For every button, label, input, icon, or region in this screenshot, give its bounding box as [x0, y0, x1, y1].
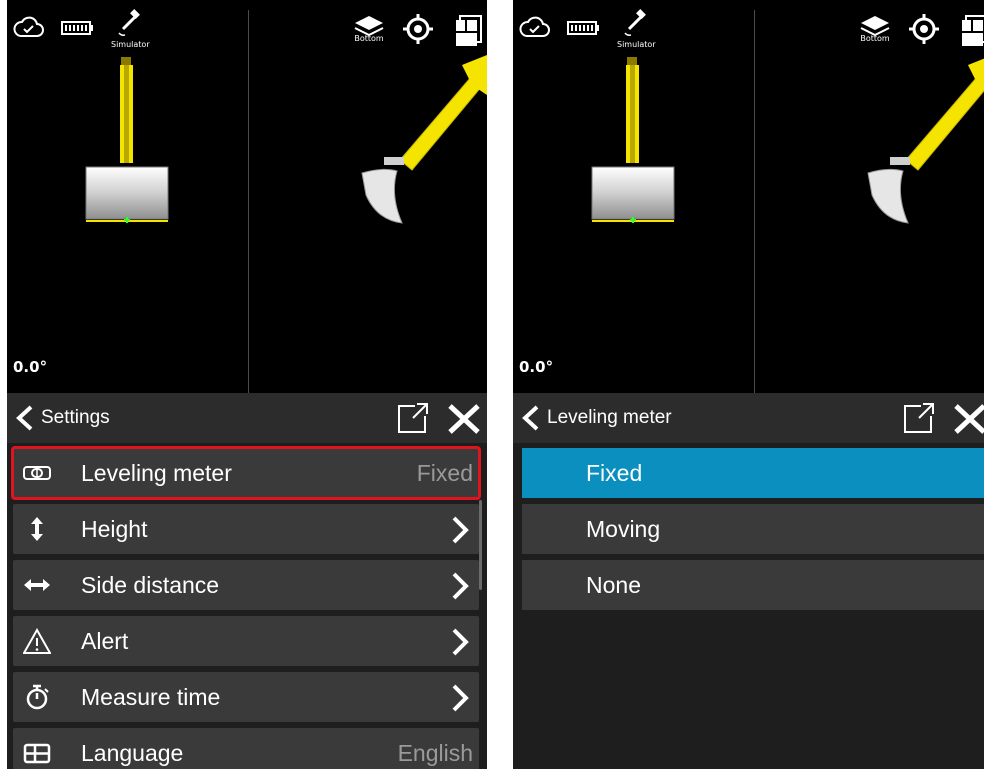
back-chevron-icon[interactable]: [519, 405, 541, 431]
battery-icon: [567, 21, 599, 35]
target-icon[interactable]: [909, 14, 939, 44]
panel-header: Settings: [7, 393, 487, 443]
settings-item-label: Height: [81, 516, 148, 542]
option-label: Fixed: [586, 460, 643, 486]
settings-item-label: Side distance: [81, 572, 220, 598]
option-label: None: [586, 572, 641, 598]
settings-item-measure-time[interactable]: Measure time: [13, 672, 479, 722]
close-icon[interactable]: [447, 403, 481, 435]
bottom-label: Bottom: [354, 34, 384, 43]
machine-viewport: Simulator Bottom 0.0°: [7, 0, 487, 393]
horizontal-arrows-icon: [24, 579, 50, 591]
layout-icon[interactable]: [959, 14, 984, 46]
settings-item-label: Measure time: [81, 684, 221, 710]
cloud-sync-icon[interactable]: [13, 14, 45, 40]
option-fixed[interactable]: Fixed: [522, 448, 984, 498]
language-icon: [23, 743, 51, 764]
settings-item-alert[interactable]: Alert: [13, 616, 479, 666]
settings-item-value: Fixed: [416, 460, 473, 486]
panel-title: Leveling meter: [547, 407, 672, 428]
satellite-icon: [118, 9, 140, 36]
angle-readout: 0.0°: [519, 358, 554, 376]
option-moving[interactable]: Moving: [522, 504, 984, 554]
simulator-label: Simulator: [111, 40, 150, 49]
settings-item-value: English: [397, 740, 473, 766]
bucket-front-view: [591, 57, 675, 223]
warning-icon: [23, 628, 51, 654]
settings-item-label: Alert: [81, 628, 129, 654]
bottom-label: Bottom: [860, 34, 890, 43]
bucket-side-view: [867, 58, 984, 224]
panel-header: Leveling meter: [513, 393, 984, 443]
settings-item-label: Language: [81, 740, 184, 766]
settings-item-language[interactable]: Language English: [13, 728, 479, 769]
vertical-arrows-icon: [31, 517, 43, 541]
stopwatch-icon: [26, 684, 49, 710]
satellite-icon: [624, 9, 646, 36]
level-icon: [23, 466, 51, 480]
leveling-meter-screen: Simulator Bottom 0.0° Leveling meter Fix…: [513, 0, 984, 769]
machine-viewport: Simulator Bottom 0.0°: [513, 0, 984, 393]
layers-bottom-icon[interactable]: Bottom: [858, 14, 892, 44]
settings-screen: Simulator Bottom 0.0° Settings Leveling …: [7, 0, 487, 769]
bucket-side-view: [361, 55, 487, 224]
close-icon[interactable]: [953, 403, 984, 435]
popout-icon[interactable]: [395, 402, 431, 436]
list-scrollbar[interactable]: [479, 500, 482, 590]
angle-readout: 0.0°: [13, 358, 48, 376]
chevron-right-icon: [452, 516, 469, 544]
option-label: Moving: [586, 516, 661, 542]
settings-item-side-distance[interactable]: Side distance: [13, 560, 479, 610]
chevron-right-icon: [452, 628, 469, 656]
settings-item-leveling-meter[interactable]: Leveling meter Fixed: [11, 446, 481, 500]
viewport-divider: [754, 10, 755, 393]
bucket-front-view: [85, 57, 169, 223]
layers-bottom-icon[interactable]: Bottom: [352, 14, 386, 44]
popout-icon[interactable]: [901, 402, 937, 436]
option-none[interactable]: None: [522, 560, 984, 610]
cloud-sync-icon[interactable]: [519, 14, 551, 40]
back-chevron-icon[interactable]: [13, 405, 35, 431]
target-icon[interactable]: [403, 14, 433, 44]
settings-item-label: Leveling meter: [81, 460, 232, 486]
panel-title: Settings: [41, 407, 110, 428]
simulator-label: Simulator: [617, 40, 656, 49]
settings-item-height[interactable]: Height: [13, 504, 479, 554]
viewport-divider: [248, 10, 249, 393]
chevron-right-icon: [452, 684, 469, 712]
battery-icon: [61, 21, 93, 35]
chevron-right-icon: [452, 572, 469, 600]
layout-icon[interactable]: [453, 14, 483, 46]
